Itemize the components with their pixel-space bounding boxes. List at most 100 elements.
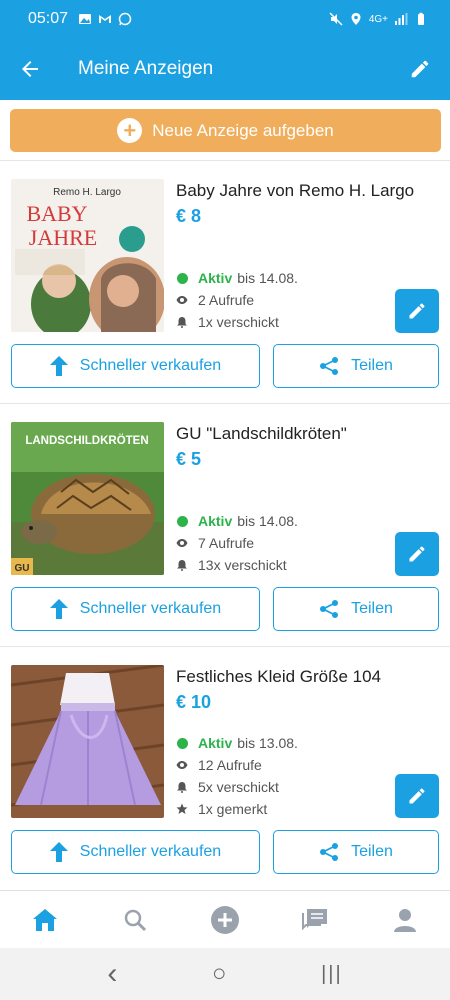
battery-icon [418,12,424,25]
profile-icon [394,908,416,932]
saved-row: 1x gemerkt [176,798,298,820]
sell-faster-button[interactable]: Schneller verkaufen [11,344,260,388]
network-label: 4G+ [368,13,388,25]
sell-faster-label: Schneller verkaufen [79,600,222,617]
listing-title[interactable]: Festliches Kleid Größe 104 [176,667,381,687]
home-icon [33,908,57,931]
eye-icon [176,539,188,547]
listing-title[interactable]: Baby Jahre von Remo H. Largo [176,181,414,201]
status-label: Aktiv [198,513,233,529]
listing-item[interactable]: Festliches Kleid Größe 104 € 10 Aktiv bi… [0,647,450,890]
sent-count: 5x verschickt [198,779,279,795]
search-icon [124,909,147,931]
sent-row: 13x verschickt [176,554,298,576]
book-cover-image: LANDSCHILDKRÖTEN GU [11,422,164,575]
sent-row: 1x verschickt [176,311,298,333]
bell-icon [177,560,187,571]
listing-stats: Aktiv bis 13.08. 12 Aufrufe 5x verschick… [176,732,298,820]
dress-photo-image [11,665,164,818]
plus-circle-icon: + [117,118,143,143]
views-row: 2 Aufrufe [176,289,298,311]
listing-stats: Aktiv bis 14.08. 7 Aufrufe 13x verschick… [176,510,298,576]
pencil-icon [409,303,425,319]
share-button[interactable]: Teilen [273,344,439,388]
nav-profile[interactable] [360,891,450,948]
status-until: bis 13.08. [237,735,298,751]
nav-add[interactable] [180,891,270,948]
arrow-up-icon [49,842,68,862]
bell-icon [177,317,187,328]
share-button[interactable]: Teilen [273,830,439,874]
arrow-left-icon [22,61,38,77]
system-back-button[interactable]: ‹ [107,957,117,991]
system-recents-button[interactable]: ||| [321,963,343,986]
listing-price: € 8 [176,206,202,226]
listing-title[interactable]: GU "Landschildkröten" [176,424,347,444]
share-label: Teilen [351,600,393,617]
sell-faster-button[interactable]: Schneller verkaufen [11,830,260,874]
back-button[interactable] [0,38,60,100]
share-label: Teilen [351,843,393,860]
system-home-button[interactable]: ○ [212,960,227,988]
nav-messages[interactable] [270,891,360,948]
sent-count: 13x verschickt [198,557,287,573]
active-dot-icon [176,737,188,749]
signal-icon [395,13,408,25]
active-dot-icon [176,515,188,527]
edit-listing-button[interactable] [395,289,439,333]
active-dot-icon [176,272,188,284]
arrow-up-icon [49,356,68,376]
location-icon [351,13,361,25]
sent-count: 1x verschickt [198,314,279,330]
book-author: Remo H. Largo [53,187,121,198]
app-bar: Meine Anzeigen [0,38,450,100]
pencil-icon [411,60,429,78]
status-until: bis 14.08. [237,270,298,286]
share-button[interactable]: Teilen [273,587,439,631]
saved-count: 1x gemerkt [198,801,268,817]
nav-search[interactable] [90,891,180,948]
sell-faster-button[interactable]: Schneller verkaufen [11,587,260,631]
listing-thumbnail[interactable]: LANDSCHILDKRÖTEN GU [11,422,164,575]
pencil-icon [409,788,425,804]
status-time: 05:07 [28,10,69,27]
views-row: 12 Aufrufe [176,754,298,776]
edit-listing-button[interactable] [395,774,439,818]
arrow-up-icon [49,599,68,619]
new-ad-button[interactable]: + Neue Anzeige aufgeben [10,109,441,152]
system-navigation-bar: ‹ ○ ||| [0,948,450,1000]
sell-faster-label: Schneller verkaufen [79,357,222,374]
gallery-icon [79,14,92,24]
listing-item[interactable]: Remo H. Largo BABY JAHRE Baby Jahre von … [0,161,450,404]
star-icon [176,803,188,814]
listing-price: € 10 [176,692,212,712]
views-count: 12 Aufrufe [198,757,262,773]
mute-icon [329,12,343,26]
status-until: bis 14.08. [237,513,298,529]
status-bar: 05:07 4G+ [0,0,450,38]
new-ad-label: Neue Anzeige aufgeben [152,120,334,140]
status-row: Aktiv bis 14.08. [176,267,298,289]
book-title-line: BABY [26,201,87,226]
mail-icon [99,15,112,23]
book-cover-image: Remo H. Largo BABY JAHRE [11,179,164,332]
share-label: Teilen [351,357,393,374]
listing-item[interactable]: LANDSCHILDKRÖTEN GU GU "Landschildkröten… [0,404,450,647]
bottom-navigation [0,890,450,948]
whatsapp-icon [118,12,132,26]
listing-thumbnail[interactable]: Remo H. Largo BABY JAHRE [11,179,164,332]
status-row: Aktiv bis 13.08. [176,732,298,754]
pencil-icon [409,546,425,562]
book-title: LANDSCHILDKRÖTEN [25,434,148,447]
share-icon [320,843,339,861]
share-icon [320,357,339,375]
edit-listing-button[interactable] [395,532,439,576]
listing-price: € 5 [176,449,202,469]
share-icon [320,600,339,618]
messages-icon [302,908,327,930]
views-count: 7 Aufrufe [198,535,255,551]
nav-home[interactable] [0,891,90,948]
eye-icon [176,296,188,304]
edit-mode-button[interactable] [390,38,450,100]
listing-thumbnail[interactable] [11,665,164,818]
